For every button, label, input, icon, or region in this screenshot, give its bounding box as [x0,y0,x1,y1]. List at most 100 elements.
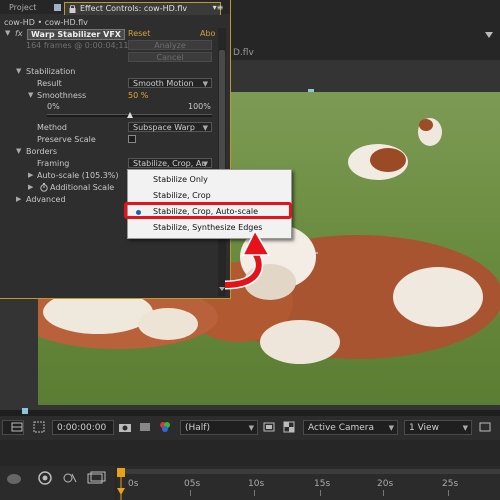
cancel-row: Cancel [0,52,226,63]
tick-label: 0s [128,479,139,489]
camera-dropdown[interactable]: Active Camera ▼ [303,420,398,435]
analyze-row: 164 frames @ 0:00:04;11 Analyze [0,40,226,51]
region-of-interest-icon[interactable] [32,420,46,434]
composition-tab-bar [230,0,500,60]
expand-autoscale-icon[interactable]: ▶ [28,170,33,181]
method-row: Method Subspace Warp ▼ [0,122,226,133]
tick-mark [254,490,255,496]
tab-effect-controls[interactable]: Effect Controls: cow-HD.flv [64,2,221,15]
timeline-layer-controls [0,466,115,500]
result-dropdown[interactable]: Smooth Motion ▼ [128,78,212,88]
autoscale-label: Auto-scale (105.3%) [37,171,119,180]
dropdown-arrow-icon: ▼ [202,80,208,88]
preserve-scale-checkbox[interactable] [128,135,136,143]
preserve-scale-row: Preserve Scale [0,134,226,145]
panel-tab-bar: Project Effect Controls: cow-HD.flv ▾≡ [0,0,230,15]
smoothness-label: Smoothness [37,91,87,100]
tick-label: 05s [184,479,201,489]
current-time-indicator[interactable] [117,468,125,500]
slider-min-label: 0% [47,102,60,111]
highlight-box-annotation [124,202,292,219]
method-dropdown[interactable]: Subspace Warp ▼ [128,122,212,132]
collapse-effect-icon[interactable]: ▼ [5,28,10,39]
toggle-pixel-aspect-icon[interactable] [478,420,492,434]
close-tab-icon[interactable] [54,4,61,11]
fast-previews-icon[interactable] [262,420,276,434]
lock-icon[interactable] [69,5,76,13]
show-snapshot-icon[interactable] [138,420,152,434]
result-label: Result [37,79,62,88]
stabilization-group: ▼ Stabilization [0,66,226,77]
smoothness-row: ▼ Smoothness 50 % [0,90,226,101]
motion-blur-icon[interactable] [36,470,54,486]
result-value: Smooth Motion [133,79,194,88]
borders-header[interactable]: Borders [26,146,57,157]
smoothness-range-row: 0% 100% [0,101,226,112]
tab-project[interactable]: Project [3,2,51,14]
framing-dropdown[interactable]: Stabilize, Crop, Au ▼ [128,158,212,168]
frames-info: 164 frames @ 0:00:04;11 [26,41,129,50]
effect-name[interactable]: Warp Stabilizer VFX [27,29,125,40]
preserve-scale-label: Preserve Scale [37,135,96,144]
dropdown-arrow-icon: ▼ [248,424,254,432]
framing-option-stabilize-crop[interactable]: Stabilize, Crop [129,189,289,203]
work-area-bar[interactable] [117,469,500,474]
effect-controls-panel: Project Effect Controls: cow-HD.flv ▾≡ c… [0,0,231,299]
tick-mark [320,490,321,496]
framing-option-stabilize-only[interactable]: Stabilize Only [129,173,289,187]
tick-mark [448,490,449,496]
draft-3d-icon[interactable] [6,472,22,486]
view-layout-dropdown[interactable]: 1 View ▼ [404,420,472,435]
reset-link[interactable]: Reset [128,28,150,39]
expand-stabilization-icon[interactable]: ▼ [16,66,21,77]
snapshot-camera-icon[interactable] [118,420,132,434]
dropdown-arrow-icon: ▼ [462,424,468,432]
camera-value: Active Camera [308,423,375,433]
tick-label: 15s [314,479,331,489]
anchor-point-icon[interactable] [306,247,318,259]
tick-label: 10s [248,479,265,489]
panel-menu-button[interactable]: ▾≡ [210,2,226,14]
transparency-grid-icon[interactable] [282,420,296,434]
about-link[interactable]: Abo [200,28,215,39]
tick-label: 25s [442,479,459,489]
viewer-toolbar: 0:00:00:00 (Half) ▼ Active Camera ▼ 1 Vi… [0,416,500,440]
color-channels-icon[interactable] [158,420,172,434]
graph-editor-icon[interactable] [62,470,78,486]
frame-blending-icon[interactable] [86,471,106,485]
expand-additional-scale-icon[interactable]: ▶ [28,182,33,193]
cancel-button[interactable]: Cancel [128,52,212,62]
framing-label: Framing [37,159,70,168]
curved-arrow-annotation [224,229,271,290]
panel-menu-icon[interactable] [484,30,494,40]
tick-mark [383,490,384,496]
result-row: Result Smooth Motion ▼ [0,78,226,89]
layer-breadcrumb: cow-HD • cow-HD.flv [4,18,88,27]
borders-group: ▼ Borders [0,146,226,157]
view-layout-value: 1 View [409,423,439,433]
expand-advanced-icon[interactable]: ▶ [16,194,21,205]
analyze-button[interactable]: Analyze [128,40,212,50]
expand-smoothness-icon[interactable]: ▼ [28,90,33,101]
stabilization-header[interactable]: Stabilization [26,66,75,77]
resolution-dropdown[interactable]: (Half) ▼ [180,420,258,435]
tab-effect-controls-label: Effect Controls: cow-HD.flv [80,4,188,13]
tick-label: 20s [377,479,394,489]
dropdown-arrow-icon: ▼ [388,424,394,432]
advanced-header[interactable]: Advanced [26,194,66,205]
stopwatch-icon[interactable] [40,183,48,192]
smoothness-slider-thumb[interactable] [126,112,133,118]
fx-toggle-icon[interactable]: fx [15,28,23,39]
composition-tab-label[interactable]: D.flv [233,48,254,58]
grid-guides-icon[interactable] [10,420,24,434]
slider-max-label: 100% [188,102,211,111]
method-value: Subspace Warp [133,123,195,132]
method-label: Method [37,123,68,132]
transform-handle-bottom[interactable] [22,408,28,414]
timecode-field[interactable]: 0:00:00:00 [52,420,114,435]
dropdown-arrow-icon: ▼ [202,160,208,168]
tick-mark [190,490,191,496]
smoothness-value[interactable]: 50 % [128,90,148,101]
framing-row: Framing Stabilize, Crop, Au ▼ [0,158,226,169]
expand-borders-icon[interactable]: ▼ [16,146,21,157]
